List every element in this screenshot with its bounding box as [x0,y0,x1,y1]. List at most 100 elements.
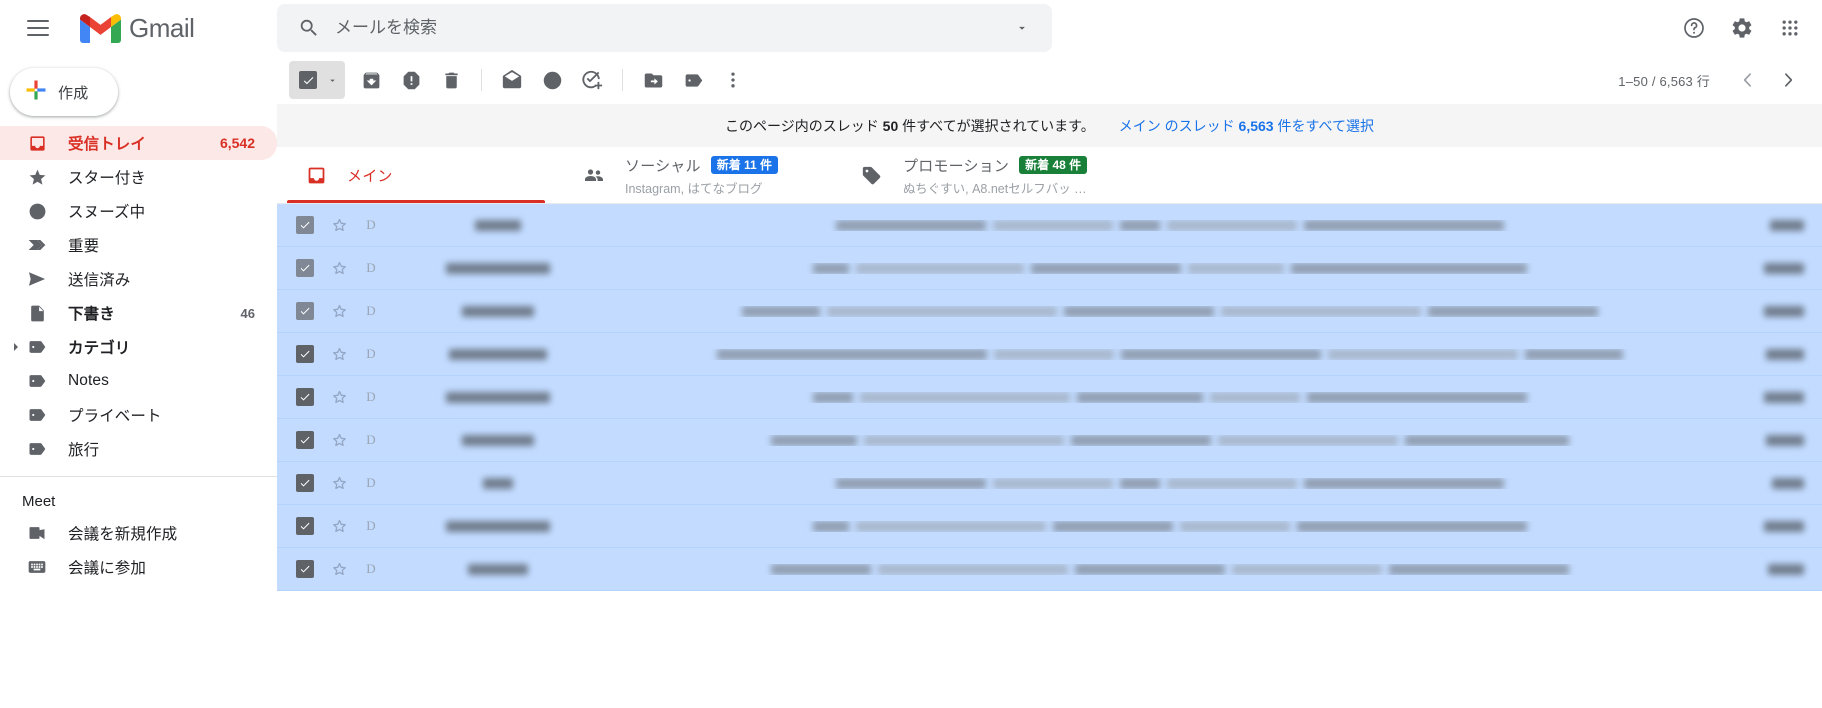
toolbar-separator [622,69,623,91]
labels-button[interactable] [673,60,713,100]
message-date [1732,348,1822,360]
row-checkbox[interactable] [287,560,323,578]
search-input[interactable] [331,18,1002,38]
table-row[interactable]: D [277,204,1822,247]
archive-button[interactable] [351,60,391,100]
star-icon[interactable] [323,389,355,406]
draft-icon [26,304,48,323]
help-icon[interactable] [1670,4,1718,52]
sidebar-item-sent[interactable]: 送信済み [0,262,277,296]
sidebar-item-label: スヌーズ中 [68,204,146,221]
select-all-checkbox-icon[interactable] [293,71,323,89]
row-checkbox[interactable] [287,345,323,363]
label-icon [26,371,48,391]
importance-marker-icon[interactable]: D [355,432,387,448]
table-row[interactable]: D [277,290,1822,333]
sidebar-item-label: 送信済み [68,272,131,289]
tab-primary[interactable]: メイン [277,148,555,203]
table-row[interactable]: D [277,462,1822,505]
importance-marker-icon[interactable]: D [355,518,387,534]
keyboard-icon [26,557,48,577]
select-all-control[interactable] [289,61,345,99]
row-checkbox[interactable] [287,302,323,320]
star-icon[interactable] [323,303,355,320]
table-row[interactable]: D [277,376,1822,419]
importance-marker-icon[interactable]: D [355,561,387,577]
importance-marker-icon[interactable]: D [355,217,387,233]
row-checkbox[interactable] [287,388,323,406]
compose-button[interactable]: 作成 [10,68,118,116]
star-icon[interactable] [323,518,355,535]
sidebar-item-notes[interactable]: Notes [0,364,277,398]
sidebar-item-private[interactable]: プライベート [0,398,277,432]
star-icon[interactable] [323,475,355,492]
mark-unread-button[interactable] [492,60,532,100]
pagination: 1–50 / 6,563 行 [1618,56,1808,104]
top-bar: Gmail [0,0,1822,56]
sidebar-item-snoozed[interactable]: スヌーズ中 [0,194,277,228]
next-page-button[interactable] [1768,60,1808,100]
sidebar-item-new-meeting[interactable]: 会議を新規作成 [0,516,277,550]
row-checkbox[interactable] [287,216,323,234]
more-button[interactable] [713,60,753,100]
body-area: 作成 受信トレイ 6,542 スター付き スヌーズ中 重要 送信済み 下書き 4… [0,56,1822,708]
importance-marker-icon[interactable]: D [355,389,387,405]
sidebar-item-categories[interactable]: カテゴリ [0,330,277,364]
snooze-button[interactable] [532,60,572,100]
compose-label: 作成 [58,84,89,102]
sidebar-item-drafts[interactable]: 下書き 46 [0,296,277,330]
select-all-threads-link[interactable]: メイン のスレッド 6,563 件をすべて選択 [1119,116,1374,136]
sidebar-item-inbox[interactable]: 受信トレイ 6,542 [0,126,277,160]
message-subject [599,262,1732,274]
gmail-logo[interactable]: Gmail [80,13,195,44]
sidebar-item-label: カテゴリ [68,340,131,357]
table-row[interactable]: D [277,333,1822,376]
main-menu-icon[interactable] [14,4,62,52]
star-icon[interactable] [323,260,355,277]
importance-marker-icon[interactable]: D [355,346,387,362]
tab-social[interactable]: ソーシャル 新着 11 件 Instagram, はてなブログ [555,148,833,203]
message-date [1732,520,1822,532]
top-bar-actions [1670,0,1814,56]
star-icon[interactable] [323,346,355,363]
sidebar-item-important[interactable]: 重要 [0,228,277,262]
sidebar-item-starred[interactable]: スター付き [0,160,277,194]
chevron-right-icon[interactable] [10,341,22,353]
importance-marker-icon[interactable]: D [355,260,387,276]
sidebar-item-travel[interactable]: 旅行 [0,432,277,466]
star-icon[interactable] [323,561,355,578]
row-checkbox[interactable] [287,259,323,277]
row-checkbox[interactable] [287,431,323,449]
delete-button[interactable] [431,60,471,100]
row-checkbox[interactable] [287,517,323,535]
meet-section-title: Meet [22,493,56,510]
message-date [1732,262,1822,274]
search-bar[interactable] [277,4,1052,52]
message-date [1732,219,1822,231]
report-spam-button[interactable] [391,60,431,100]
link-text-after: 件をすべて選択 [1277,117,1374,134]
tab-label: メイン [347,168,393,185]
add-to-tasks-button[interactable] [572,60,612,100]
importance-marker-icon[interactable]: D [355,303,387,319]
search-options-icon[interactable] [1002,8,1042,48]
move-to-button[interactable] [633,60,673,100]
sidebar-item-count: 46 [240,305,255,321]
sidebar-item-join-meeting[interactable]: 会議に参加 [0,550,277,584]
search-icon[interactable] [287,6,331,50]
star-icon[interactable] [323,432,355,449]
star-icon[interactable] [323,217,355,234]
pagination-range: 1–50 / 6,563 行 [1618,73,1710,89]
previous-page-button[interactable] [1728,60,1768,100]
tab-promotions[interactable]: プロモーション 新着 48 件 ぬちぐすい, A8.netセルフバッ … [833,148,1111,203]
apps-grid-icon[interactable] [1766,4,1814,52]
table-row[interactable]: D [277,247,1822,290]
banner-text-after: 件すべてが選択されています。 [902,117,1095,134]
table-row[interactable]: D [277,505,1822,548]
row-checkbox[interactable] [287,474,323,492]
select-all-dropdown-icon[interactable] [323,75,341,86]
table-row[interactable]: D [277,548,1822,591]
gear-icon[interactable] [1718,4,1766,52]
importance-marker-icon[interactable]: D [355,475,387,491]
table-row[interactable]: D [277,419,1822,462]
